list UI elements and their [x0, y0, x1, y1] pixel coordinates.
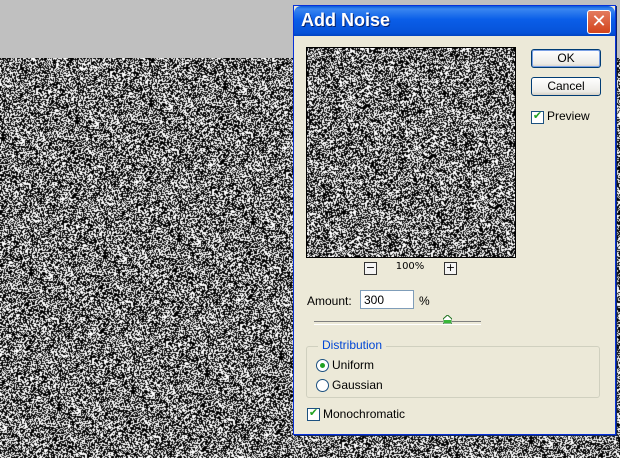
- monochromatic-label[interactable]: Monochromatic: [323, 407, 405, 421]
- uniform-label[interactable]: Uniform: [332, 358, 374, 372]
- add-noise-dialog: Add Noise ✕ − 100% + OK Cancel ✔ Preview…: [293, 5, 616, 435]
- checkmark-icon: ✔: [532, 109, 543, 122]
- radio-selected-dot: [320, 363, 325, 368]
- ok-button[interactable]: OK: [531, 49, 601, 68]
- plus-icon: +: [445, 261, 456, 274]
- dialog-title: Add Noise: [301, 10, 391, 30]
- preview-noise-image: [307, 48, 515, 257]
- uniform-radio[interactable]: [316, 359, 329, 372]
- amount-unit: %: [419, 294, 430, 308]
- gaussian-label[interactable]: Gaussian: [332, 378, 383, 392]
- zoom-in-button[interactable]: +: [444, 262, 457, 275]
- close-button[interactable]: ✕: [587, 10, 611, 34]
- preview-checkbox[interactable]: ✔: [531, 109, 544, 124]
- monochromatic-checkbox[interactable]: ✔: [307, 406, 320, 421]
- gaussian-radio[interactable]: [316, 379, 329, 392]
- amount-input[interactable]: 300: [360, 290, 414, 309]
- zoom-out-button[interactable]: −: [364, 262, 377, 275]
- close-icon: ✕: [591, 11, 607, 32]
- minus-icon: −: [365, 261, 376, 274]
- amount-label: Amount:: [307, 294, 352, 308]
- preview-window[interactable]: [306, 47, 516, 258]
- amount-slider-track[interactable]: [314, 321, 481, 325]
- distribution-legend: Distribution: [318, 338, 387, 352]
- cancel-button[interactable]: Cancel: [531, 77, 601, 96]
- slider-thumb-icon[interactable]: [443, 315, 453, 324]
- checkmark-icon: ✔: [308, 406, 319, 419]
- zoom-level: 100%: [395, 261, 425, 272]
- preview-label[interactable]: Preview: [547, 109, 590, 123]
- dialog-title-bar[interactable]: Add Noise ✕: [294, 6, 615, 36]
